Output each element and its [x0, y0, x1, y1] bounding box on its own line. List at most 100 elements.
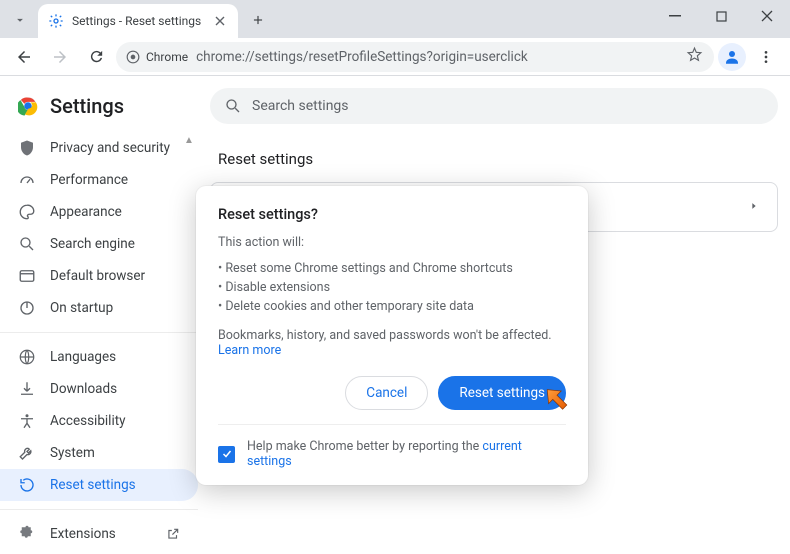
- sidebar-item-appearance[interactable]: Appearance: [0, 196, 198, 228]
- browser-icon: [18, 267, 36, 285]
- palette-icon: [18, 203, 36, 221]
- nav-label: Search engine: [50, 236, 135, 252]
- tab-search-dropdown[interactable]: [6, 6, 34, 34]
- browser-tab[interactable]: Settings - Reset settings: [38, 4, 238, 38]
- window-titlebar: Settings - Reset settings: [0, 0, 790, 38]
- search-placeholder: Search settings: [252, 98, 349, 114]
- nav-label: Languages: [50, 349, 116, 365]
- person-icon: [723, 48, 741, 66]
- report-settings-row: Help make Chrome better by reporting the…: [218, 424, 566, 469]
- site-chip: Chrome: [126, 50, 188, 64]
- reset-settings-button[interactable]: Reset settings: [438, 376, 566, 410]
- section-title: Reset settings: [218, 150, 770, 168]
- dialog-bullet: Delete cookies and other temporary site …: [218, 298, 566, 317]
- globe-icon: [18, 348, 36, 366]
- sidebar-item-system[interactable]: System: [0, 437, 198, 469]
- close-tab-button[interactable]: [212, 13, 228, 29]
- reload-icon: [88, 48, 105, 65]
- cancel-button[interactable]: Cancel: [345, 376, 428, 410]
- chrome-menu-button[interactable]: [750, 49, 782, 65]
- tab-title: Settings - Reset settings: [72, 14, 204, 28]
- settings-gear-icon: [48, 13, 64, 29]
- window-close-button[interactable]: [744, 0, 790, 32]
- site-chip-label: Chrome: [146, 50, 188, 64]
- puzzle-icon: [18, 525, 36, 543]
- minimize-icon: [669, 10, 681, 22]
- nav-label: Reset settings: [50, 477, 136, 493]
- dialog-lead: This action will:: [218, 235, 566, 250]
- plus-icon: [251, 13, 265, 27]
- nav-label: Accessibility: [50, 413, 126, 429]
- speedometer-icon: [18, 171, 36, 189]
- shield-icon: [18, 139, 36, 157]
- wrench-icon: [18, 444, 36, 462]
- window-minimize-button[interactable]: [652, 0, 698, 32]
- page-title: Settings: [50, 94, 124, 118]
- forward-button[interactable]: [44, 41, 76, 73]
- sidebar-item-about-chrome[interactable]: About Chrome: [0, 550, 198, 554]
- nav-label: Downloads: [50, 381, 117, 397]
- sidebar-item-downloads[interactable]: Downloads: [0, 373, 198, 405]
- sidebar-item-performance[interactable]: Performance: [0, 164, 198, 196]
- arrow-left-icon: [15, 48, 33, 66]
- arrow-right-icon: [51, 48, 69, 66]
- dots-vertical-icon: [758, 49, 774, 65]
- chrome-logo-icon: [18, 96, 38, 116]
- settings-sidebar: Settings ▲ Privacy and security Performa…: [0, 76, 198, 554]
- search-icon: [224, 97, 242, 115]
- check-icon: [221, 448, 233, 460]
- bookmark-star-button[interactable]: [686, 46, 704, 67]
- browser-toolbar: Chrome chrome://settings/resetProfileSet…: [0, 38, 790, 76]
- address-bar[interactable]: Chrome chrome://settings/resetProfileSet…: [116, 42, 714, 72]
- accessibility-icon: [18, 412, 36, 430]
- checkbox-label-text: Help make Chrome better by reporting the: [247, 439, 482, 454]
- dialog-bullet: Reset some Chrome settings and Chrome sh…: [218, 260, 566, 279]
- profile-avatar-button[interactable]: [718, 43, 746, 71]
- reset-icon: [18, 476, 36, 494]
- sidebar-item-search-engine[interactable]: Search engine: [0, 228, 198, 260]
- checkbox-label: Help make Chrome better by reporting the…: [247, 439, 566, 469]
- dialog-button-row: Cancel Reset settings: [218, 376, 566, 410]
- sidebar-item-default-browser[interactable]: Default browser: [0, 260, 198, 292]
- url-text: chrome://settings/resetProfileSettings?o…: [196, 49, 678, 65]
- nav-label: On startup: [50, 300, 113, 316]
- maximize-icon: [716, 11, 727, 22]
- nav-label: Privacy and security: [50, 140, 170, 156]
- search-icon: [18, 235, 36, 253]
- dialog-note-text: Bookmarks, history, and saved passwords …: [218, 328, 552, 343]
- sidebar-item-reset-settings[interactable]: Reset settings: [0, 469, 198, 501]
- chrome-logo-icon: [126, 50, 140, 64]
- sidebar-separator: [0, 509, 198, 510]
- dialog-title: Reset settings?: [218, 206, 566, 223]
- star-icon: [686, 46, 703, 63]
- power-icon: [18, 299, 36, 317]
- settings-search-input[interactable]: Search settings: [210, 88, 778, 124]
- dialog-bullet: Disable extensions: [218, 279, 566, 298]
- sidebar-item-accessibility[interactable]: Accessibility: [0, 405, 198, 437]
- external-link-icon: [166, 527, 180, 541]
- close-icon: [761, 10, 773, 22]
- dialog-note: Bookmarks, history, and saved passwords …: [218, 328, 566, 358]
- sidebar-item-on-startup[interactable]: On startup: [0, 292, 198, 324]
- report-settings-checkbox[interactable]: [218, 446, 235, 463]
- sidebar-item-extensions[interactable]: Extensions: [0, 518, 198, 550]
- nav-label: Performance: [50, 172, 128, 188]
- nav-label: Default browser: [50, 268, 145, 284]
- nav-label: Extensions: [50, 526, 116, 542]
- download-icon: [18, 380, 36, 398]
- dialog-bullet-list: Reset some Chrome settings and Chrome sh…: [218, 260, 566, 316]
- sidebar-separator: [0, 332, 198, 333]
- sidebar-item-privacy[interactable]: Privacy and security: [0, 132, 198, 164]
- new-tab-button[interactable]: [244, 6, 272, 34]
- settings-header: Settings: [0, 84, 198, 132]
- sidebar-item-languages[interactable]: Languages: [0, 341, 198, 373]
- close-icon: [215, 16, 225, 26]
- window-maximize-button[interactable]: [698, 0, 744, 32]
- reset-settings-dialog: Reset settings? This action will: Reset …: [196, 186, 588, 485]
- chevron-right-icon: [749, 199, 759, 215]
- learn-more-link[interactable]: Learn more: [218, 343, 281, 358]
- reload-button[interactable]: [80, 41, 112, 73]
- back-button[interactable]: [8, 41, 40, 73]
- chevron-down-icon: [13, 13, 27, 27]
- scroll-up-indicator[interactable]: ▲: [182, 135, 196, 146]
